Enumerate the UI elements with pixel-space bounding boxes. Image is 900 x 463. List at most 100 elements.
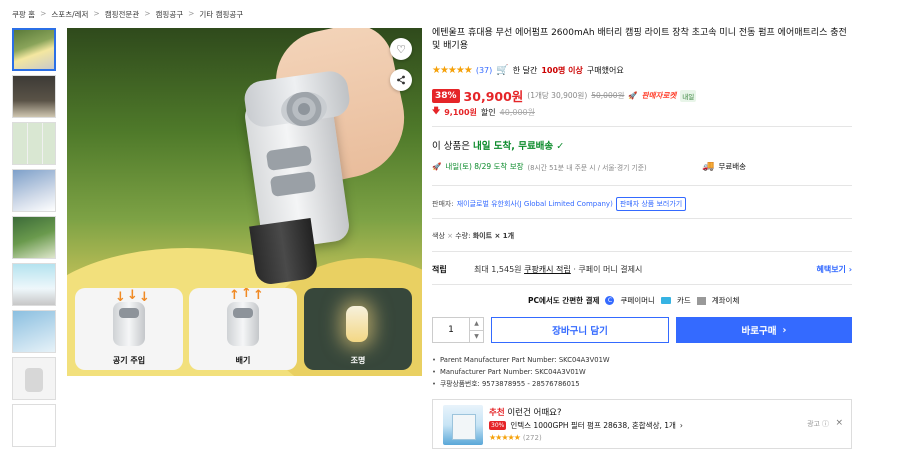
free-shipping: 🚚 무료배송 bbox=[702, 161, 746, 172]
rocket-icon: 🚀 bbox=[432, 162, 442, 171]
arrow-up-icon: ↑ bbox=[241, 288, 252, 301]
reward-row: 적립 최대 1,545원 쿠팡캐시 적립 · 쿠페이 머니 결제시 혜택보기 › bbox=[432, 264, 852, 275]
recommendation-tag: 추천 bbox=[489, 408, 505, 418]
purchase-prefix: 한 달간 bbox=[512, 66, 538, 75]
truck-icon: 🚚 bbox=[702, 161, 715, 172]
reward-label: 적립 bbox=[432, 265, 447, 274]
mode-card-light: 조명 bbox=[304, 288, 412, 370]
coupon-strike-price: 40,000원 bbox=[499, 107, 535, 117]
reward-condition: · 쿠페이 머니 결제시 bbox=[573, 265, 643, 274]
main-product-image[interactable]: ♡ ↓ ↓ ↓ 공기 주입 ↑ ↑ ↑ 배기 조명 bbox=[67, 28, 422, 376]
breadcrumb-item-sports[interactable]: 스포츠/레저 bbox=[51, 9, 88, 20]
payment-methods: PC에서도 간편한 결제 C 쿠페이머니 카드 계좌이체 bbox=[528, 295, 739, 306]
wishlist-heart-icon[interactable]: ♡ bbox=[390, 38, 412, 60]
purchase-suffix: 구매했어요 bbox=[586, 66, 624, 75]
breadcrumb-item-camping-store[interactable]: 캠핑전문관 bbox=[105, 9, 140, 20]
purchase-count: 100명 이상 bbox=[541, 65, 583, 76]
spec-item: Manufacturer Part Number: SKC04A3V01W bbox=[432, 366, 610, 378]
option-color-label: 색상 bbox=[432, 232, 445, 240]
reward-amount: 최대 1,545원 bbox=[474, 265, 522, 274]
thumbnail-7[interactable] bbox=[12, 310, 56, 353]
info-icon[interactable]: ⓘ bbox=[822, 419, 829, 429]
recommendation-title-row[interactable]: 30% 인텍스 1000GPH 필터 펌프 28638, 혼합색상, 1개 › bbox=[489, 420, 683, 431]
breadcrumb: 쿠팡 홈 > 스포츠/레저 > 캠핑전문관 > 캠핑공구 > 기타 캠핑공구 bbox=[12, 9, 243, 20]
delivery-green: 내일 도착, 무료배송 bbox=[473, 141, 554, 152]
review-count[interactable]: (37) bbox=[476, 66, 492, 75]
thumbnail-3[interactable] bbox=[12, 122, 56, 165]
lamp-icon bbox=[346, 306, 368, 342]
mini-pump bbox=[227, 302, 259, 346]
coupang-cash-link[interactable]: 쿠팡캐시 적립 bbox=[524, 265, 571, 274]
delivery-prefix: 이 상품은 bbox=[432, 141, 470, 152]
coupon-row: 🡇 9,100원 할인 40,000원 bbox=[432, 105, 535, 119]
breadcrumb-item-other-tools[interactable]: 기타 캠핑공구 bbox=[199, 9, 243, 20]
buy-now-button[interactable]: 바로구매 › bbox=[676, 317, 852, 343]
thumbnail-9[interactable] bbox=[12, 404, 56, 447]
breadcrumb-item-camping-tools[interactable]: 캠핑공구 bbox=[156, 9, 184, 20]
free-shipping-label: 무료배송 bbox=[718, 162, 747, 171]
seller-rocket-label: 판매자로켓 bbox=[641, 91, 677, 100]
quantity-stepper[interactable]: 1 ▲ ▼ bbox=[432, 317, 484, 343]
sale-price: 30,900원 bbox=[463, 89, 524, 104]
recommendation-discount: 30% bbox=[489, 421, 507, 430]
thumbnail-list bbox=[12, 28, 58, 451]
breadcrumb-separator: > bbox=[40, 9, 47, 18]
payment-bank: 계좌이체 bbox=[711, 296, 740, 305]
option-separator: × bbox=[447, 232, 453, 240]
rating-stars: ★★★★★ bbox=[489, 433, 521, 442]
delivery-headline: 이 상품은 내일 도착, 무료배송 ✓ bbox=[432, 138, 564, 152]
coupon-amount: 9,100원 bbox=[444, 107, 477, 117]
share-icon[interactable] bbox=[390, 69, 412, 91]
breadcrumb-separator: > bbox=[93, 9, 100, 18]
delivery-condition: (8시간 51분 내 주문 시 / 서울·경기 기준) bbox=[527, 163, 647, 172]
down-arrow-icon: 🡇 bbox=[432, 106, 441, 115]
quantity-up-icon[interactable]: ▲ bbox=[470, 318, 483, 331]
coupon-label: 할인 bbox=[480, 107, 496, 117]
chevron-right-icon: › bbox=[679, 421, 683, 430]
ad-text: 광고 bbox=[807, 420, 820, 428]
purchase-highlight: 100명 이상 bbox=[541, 66, 583, 75]
divider bbox=[432, 218, 852, 219]
spec-item: 쿠팡상품번호: 9573878955 - 28576786015 bbox=[432, 378, 610, 390]
rocket-icon: 🚀 bbox=[628, 91, 638, 100]
arrow-down-icon: ↓ bbox=[127, 288, 138, 303]
recommendation-heading: 추천 이런건 어때요? bbox=[489, 406, 561, 418]
spec-item: Parent Manufacturer Part Number: SKC04A3… bbox=[432, 354, 610, 366]
thumbnail-6[interactable] bbox=[12, 263, 56, 306]
discount-badge: 38% bbox=[432, 88, 460, 103]
recommendation-question: 이런건 어때요? bbox=[507, 408, 562, 418]
rating-row: ★★★★★ (37) 🛒 한 달간 100명 이상 구매했어요 bbox=[432, 65, 624, 76]
thumbnail-1[interactable] bbox=[12, 28, 56, 71]
arrow-up-icon: ↑ bbox=[229, 288, 240, 303]
recommendation-image[interactable] bbox=[443, 405, 483, 445]
seller-products-button[interactable]: 판매자 상품 보러가기 bbox=[615, 197, 687, 211]
recommendation-title[interactable]: 인텍스 1000GPH 필터 펌프 28638, 혼합색상, 1개 bbox=[510, 420, 676, 431]
card-icon bbox=[660, 297, 671, 304]
bank-icon bbox=[696, 296, 706, 305]
thumbnail-5[interactable] bbox=[12, 216, 56, 259]
cart-icon: 🛒 bbox=[496, 65, 509, 76]
mode-caption: 배기 bbox=[235, 356, 251, 365]
benefits-link[interactable]: 혜택보기 › bbox=[816, 264, 852, 275]
mode-card-deflate: ↑ ↑ ↑ 배기 bbox=[189, 288, 297, 370]
option-summary: 색상 × 수량: 화이트 × 1개 bbox=[432, 231, 514, 241]
thumbnail-4[interactable] bbox=[12, 169, 56, 212]
chevron-right-icon: › bbox=[782, 324, 787, 336]
quantity-value[interactable]: 1 bbox=[433, 318, 469, 342]
add-to-cart-button[interactable]: 장바구니 담기 bbox=[491, 317, 669, 343]
recommendation-card[interactable]: 추천 이런건 어때요? 30% 인텍스 1000GPH 필터 펌프 28638,… bbox=[432, 399, 852, 449]
close-icon[interactable]: × bbox=[835, 418, 843, 428]
thumbnail-2[interactable] bbox=[12, 75, 56, 118]
mode-caption: 조명 bbox=[350, 356, 366, 365]
mini-pump bbox=[113, 302, 145, 346]
recommendation-rating: ★★★★★ (272) bbox=[489, 433, 542, 442]
reward-text: 최대 1,545원 쿠팡캐시 적립 · 쿠페이 머니 결제시 bbox=[474, 264, 642, 275]
quantity-down-icon[interactable]: ▼ bbox=[470, 331, 483, 343]
thumbnail-8[interactable] bbox=[12, 357, 56, 400]
seller-name[interactable]: 재이글로벌 유한회사(J Global Limited Company) bbox=[457, 199, 613, 209]
breadcrumb-item-home[interactable]: 쿠팡 홈 bbox=[12, 9, 35, 20]
pump-nozzle bbox=[249, 217, 319, 287]
payment-prefix: PC에서도 간편한 결제 bbox=[528, 296, 600, 305]
arrow-up-icon: ↑ bbox=[253, 288, 264, 303]
check-icon: ✓ bbox=[556, 141, 565, 152]
